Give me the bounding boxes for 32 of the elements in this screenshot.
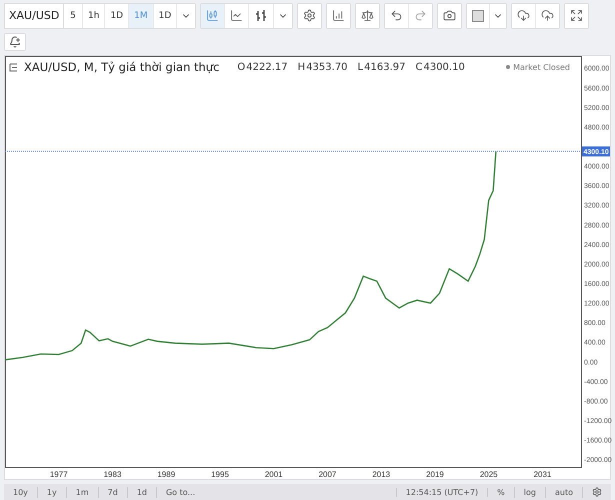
x-axis-label: 2031 <box>534 470 552 480</box>
x-axis-label: 2013 <box>372 470 390 480</box>
range-button[interactable]: 1m <box>66 486 99 498</box>
x-axis-label: 1977 <box>50 470 68 480</box>
ohlc-value: 4222.17 <box>246 62 288 73</box>
ohlc-label: C <box>415 62 422 73</box>
x-axis-label: 1983 <box>104 470 122 480</box>
range-button[interactable]: 1d <box>128 486 157 498</box>
ohlc-value: 4353.70 <box>306 62 348 73</box>
x-axis-label: 2019 <box>426 470 444 480</box>
x-axis-label: 2025 <box>480 470 498 480</box>
ohlc-value: 4300.10 <box>423 62 465 73</box>
scale-option-button[interactable]: % <box>488 486 515 498</box>
symbol-field[interactable]: XAU/USD <box>4 3 64 29</box>
x-axis-label: 1995 <box>211 470 229 480</box>
x-axis-label: 1989 <box>157 470 176 480</box>
ohlc-value: 4163.97 <box>364 62 406 73</box>
range-button[interactable]: 1y <box>38 486 67 498</box>
x-axis-label: 2001 <box>264 470 283 480</box>
interval-button[interactable]: 5 <box>64 4 83 28</box>
ohlc-label: L <box>358 62 364 73</box>
range-button[interactable]: 10y <box>4 486 38 498</box>
x-axis-label: 2007 <box>318 470 336 480</box>
ohlc-label: O <box>237 62 246 73</box>
ohlc-label: H <box>298 62 306 73</box>
go-to-button[interactable]: Go to... <box>156 486 204 498</box>
scale-option-button[interactable]: log <box>514 486 546 498</box>
chart-title: XAU/USD, M, Tỷ giá thời gian thực <box>24 60 220 74</box>
clock-time: 12:54:15 (UTC+7) <box>396 488 488 497</box>
scale-option-button[interactable]: auto <box>546 486 583 498</box>
market-status: Market Closed <box>506 62 570 72</box>
range-button[interactable]: 7d <box>98 486 128 498</box>
